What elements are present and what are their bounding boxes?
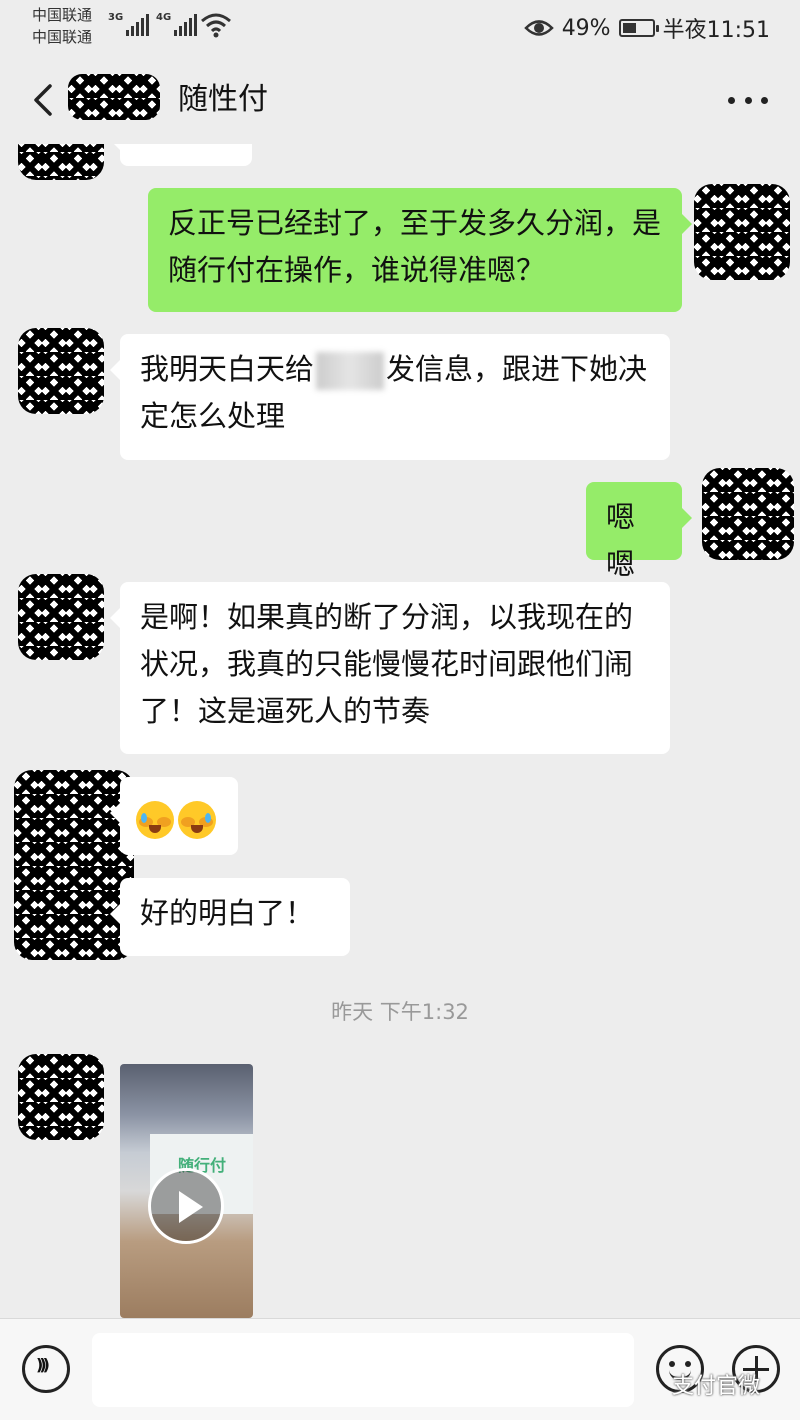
message-input[interactable] — [92, 1333, 634, 1407]
my-avatar[interactable] — [694, 184, 790, 280]
redacted-name-blur — [316, 352, 385, 390]
wifi-icon — [201, 13, 231, 38]
contact-avatar[interactable] — [14, 770, 134, 960]
play-icon[interactable] — [148, 1168, 224, 1244]
signal-4g-icon: 4G — [156, 12, 198, 36]
crying-face-emoji-icon — [136, 801, 174, 839]
chat-header: 随性付 — [0, 54, 800, 144]
crying-face-emoji-icon — [178, 801, 216, 839]
status-bar: 中国联通 中国联通 3G 4G 49% 半夜11:51 — [0, 0, 800, 54]
message-list[interactable]: 反正号已经封了，至于发多久分润，是随行付在操作，谁说得准嗯？ 我明天白天给 发信息… — [0, 144, 800, 1318]
status-right: 49% 半夜11:51 — [523, 12, 770, 44]
battery-percent: 49% — [561, 15, 611, 41]
message-text: 我明天白天给 — [140, 352, 315, 386]
my-avatar[interactable] — [702, 468, 794, 560]
more-options-button[interactable] — [728, 80, 768, 120]
contact-avatar[interactable] — [18, 574, 104, 660]
message-timestamp: 昨天 下午1:32 — [331, 1000, 469, 1024]
carrier-2: 中国联通 — [32, 28, 93, 46]
eye-icon — [523, 20, 554, 36]
signal-3g-icon: 3G — [108, 12, 150, 36]
message-bubble-emoji[interactable] — [110, 777, 238, 855]
watermark: 支付官微 — [672, 1374, 761, 1399]
voice-input-icon[interactable] — [22, 1345, 70, 1393]
back-arrow-icon[interactable] — [26, 80, 66, 120]
message-bubble-partial[interactable] — [110, 144, 252, 166]
message-bubble-sent[interactable]: 嗯嗯 — [586, 482, 692, 581]
redacted-name — [68, 74, 160, 120]
contact-avatar[interactable] — [18, 144, 104, 180]
battery-icon — [618, 19, 659, 37]
message-bubble-received[interactable]: 是啊！如果真的断了分润，以我现在的状况，我真的只能慢慢花时间跟他们闹了！这是逼死… — [110, 582, 670, 754]
message-bubble-sent[interactable]: 反正号已经封了，至于发多久分润，是随行付在操作，谁说得准嗯？ — [148, 188, 692, 312]
clock: 半夜11:51 — [662, 18, 770, 43]
carrier-labels: 中国联通 中国联通 — [32, 4, 92, 48]
chat-title: 随性付 — [178, 82, 268, 117]
message-bubble-received[interactable]: 我明天白天给 发信息，跟进下她决定怎么处理 — [110, 334, 670, 460]
carrier-1: 中国联通 — [32, 6, 93, 24]
contact-avatar[interactable] — [18, 1054, 104, 1140]
message-bubble-received[interactable]: 好的明白了！ — [110, 878, 350, 956]
contact-avatar[interactable] — [18, 328, 104, 414]
video-message[interactable]: 随行付 — [120, 1064, 253, 1318]
